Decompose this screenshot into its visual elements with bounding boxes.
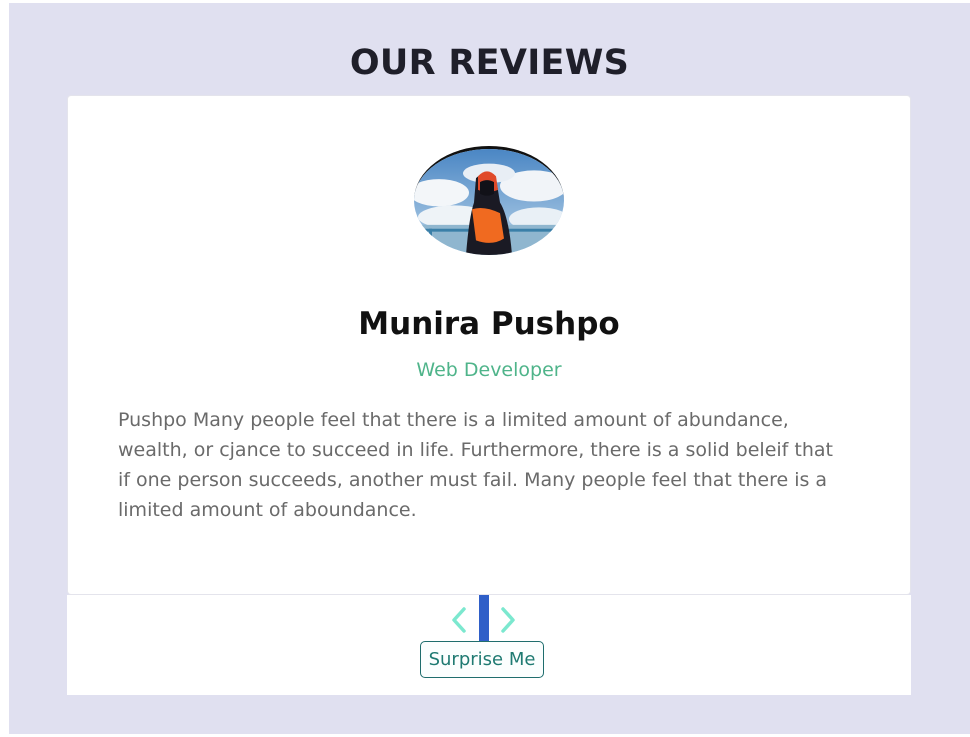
- chevron-left-icon[interactable]: [448, 605, 470, 635]
- page-title: OUR REVIEWS: [349, 43, 630, 83]
- chevron-right-icon[interactable]: [497, 605, 519, 635]
- review-card: Munira Pushpo Web Developer Pushpo Many …: [68, 96, 910, 594]
- reviewer-name: Munira Pushpo: [358, 306, 620, 342]
- review-text: Pushpo Many people feel that there is a …: [118, 409, 833, 521]
- surprise-me-button[interactable]: Surprise Me: [420, 641, 544, 678]
- reviewer-job: Web Developer: [416, 359, 562, 381]
- avatar-photo: [414, 149, 564, 255]
- avatar: [414, 146, 564, 255]
